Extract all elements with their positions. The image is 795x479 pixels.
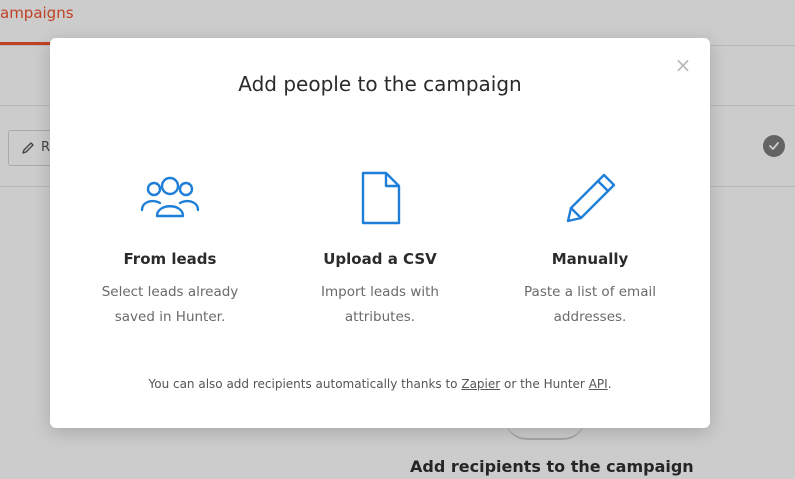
option-description: Paste a list of email addresses.	[524, 284, 656, 325]
api-link[interactable]: API	[589, 377, 608, 391]
option-title: Upload a CSV	[323, 250, 437, 268]
option-manually[interactable]: Manually Paste a list of email addresses…	[500, 168, 680, 338]
pencil-icon	[566, 173, 616, 223]
modal-title: Add people to the campaign	[238, 72, 522, 96]
footer-middle: or the Hunter	[504, 377, 585, 391]
add-people-modal: Add people to the campaign × From leads …	[50, 38, 710, 428]
users-icon	[140, 176, 200, 218]
option-upload-csv[interactable]: Upload a CSV Import leads with attribute…	[290, 168, 470, 338]
zapier-link[interactable]: Zapier	[461, 377, 500, 391]
option-description: Select leads already saved in Hunter.	[101, 284, 239, 325]
option-title: From leads	[123, 250, 217, 268]
file-icon	[361, 171, 401, 225]
option-from-leads[interactable]: From leads Select leads already saved in…	[80, 168, 260, 338]
footer-prefix: You can also add recipients automaticall…	[148, 377, 458, 391]
option-description: Import leads with attributes.	[321, 284, 439, 325]
footer-note: You can also add recipients automaticall…	[50, 377, 710, 391]
close-button[interactable]: ×	[674, 54, 692, 76]
option-title: Manually	[551, 250, 629, 268]
footer-suffix: .	[607, 377, 612, 391]
